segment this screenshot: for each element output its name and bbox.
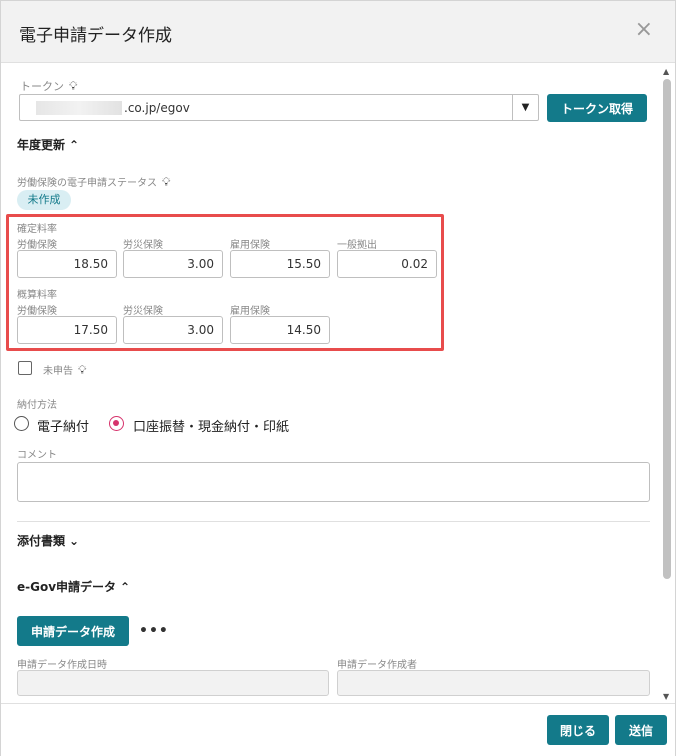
- get-token-button[interactable]: トークン取得: [547, 94, 647, 122]
- confirmed-rates-label: 確定料率: [17, 224, 57, 235]
- unfiled-label: 未申告: [43, 366, 73, 377]
- estimated-rate-label: 雇用保険: [230, 306, 270, 317]
- payment-method-label: 納付方法: [17, 400, 57, 411]
- scrollbar-thumb[interactable]: [663, 79, 671, 579]
- chevron-down-icon: ⌄: [69, 534, 80, 548]
- created-by-label: 申請データ作成者: [337, 660, 417, 671]
- confirmed-rate-label: 雇用保険: [230, 240, 270, 251]
- estimated-employment-insurance-input[interactable]: 14.50: [230, 316, 330, 344]
- divider: [17, 521, 650, 522]
- payment-transfer-cash-stamp-radio[interactable]: [109, 416, 124, 431]
- scroll-down-icon[interactable]: ▼: [663, 692, 669, 701]
- lightbulb-icon[interactable]: 💡︎: [69, 79, 77, 94]
- dialog-body[interactable]: トークン 💡︎ .co.jp/egov ▼ トークン取得 年度更新 ⌃ 労働保険の電…: [1, 64, 661, 702]
- dialog-footer: 閉じる 送信: [1, 703, 675, 756]
- scrollbar[interactable]: ▲ ▼: [662, 67, 672, 701]
- chevron-up-icon: ⌃: [120, 580, 131, 594]
- created-by-field: [337, 670, 650, 696]
- created-at-label: 申請データ作成日時: [17, 660, 107, 671]
- close-button[interactable]: 閉じる: [547, 715, 609, 745]
- redacted-text: [36, 101, 122, 115]
- confirmed-employment-insurance-input[interactable]: 15.50: [230, 250, 330, 278]
- annual-update-title: 年度更新: [17, 138, 66, 152]
- dropdown-arrow-icon[interactable]: ▼: [512, 95, 538, 120]
- unfiled-checkbox[interactable]: [18, 361, 32, 375]
- scroll-up-icon[interactable]: ▲: [663, 67, 669, 76]
- attachments-header[interactable]: 添付書類 ⌄: [17, 532, 79, 549]
- payment-electronic-radio[interactable]: [14, 416, 29, 431]
- token-select[interactable]: .co.jp/egov ▼: [19, 94, 539, 121]
- estimated-workers-comp-input[interactable]: 3.00: [123, 316, 223, 344]
- attachments-title: 添付書類: [17, 534, 66, 548]
- payment-electronic-label[interactable]: 電子納付: [37, 416, 89, 435]
- token-label: トークン: [20, 80, 64, 93]
- estimated-rates-label: 概算料率: [17, 290, 57, 301]
- confirmed-general-contribution-input[interactable]: 0.02: [337, 250, 437, 278]
- status-label: 労働保険の電子申請ステータス: [17, 178, 157, 189]
- chevron-up-icon: ⌃: [69, 138, 80, 152]
- lightbulb-icon[interactable]: 💡︎: [162, 175, 170, 190]
- send-button[interactable]: 送信: [615, 715, 667, 745]
- egov-title: e-Gov申請データ: [17, 580, 117, 594]
- dialog-header: 電子申請データ作成 ×: [1, 1, 675, 63]
- status-label-row: 労働保険の電子申請ステータス 💡︎: [17, 174, 170, 190]
- create-application-data-button[interactable]: 申請データ作成: [17, 616, 129, 646]
- annual-update-header[interactable]: 年度更新 ⌃: [17, 136, 79, 153]
- payment-transfer-cash-stamp-label[interactable]: 口座振替・現金納付・印紙: [133, 416, 289, 435]
- token-label-row: トークン 💡︎: [20, 78, 77, 94]
- lightbulb-icon[interactable]: 💡︎: [78, 363, 86, 378]
- egov-header[interactable]: e-Gov申請データ ⌃: [17, 578, 130, 595]
- confirmed-workers-comp-input[interactable]: 3.00: [123, 250, 223, 278]
- estimated-rate-label: 労災保険: [123, 306, 163, 317]
- confirmed-labor-insurance-input[interactable]: 18.50: [17, 250, 117, 278]
- confirmed-rate-label: 労災保険: [123, 240, 163, 251]
- dialog-title: 電子申請データ作成: [19, 26, 172, 46]
- created-at-field: [17, 670, 329, 696]
- unfiled-label-row: 未申告 💡︎: [43, 362, 86, 378]
- estimated-labor-insurance-input[interactable]: 17.50: [17, 316, 117, 344]
- comment-textarea[interactable]: [17, 462, 650, 502]
- more-options-icon[interactable]: •••: [139, 623, 169, 639]
- close-icon[interactable]: ×: [635, 19, 653, 41]
- comment-label: コメント: [17, 450, 57, 461]
- dialog: 電子申請データ作成 × トークン 💡︎ .co.jp/egov ▼ トークン取得 …: [0, 0, 676, 756]
- confirmed-rate-label: 一般拠出: [337, 240, 377, 251]
- token-select-value: .co.jp/egov: [124, 101, 190, 115]
- status-badge: 未作成: [17, 190, 71, 210]
- confirmed-rate-label: 労働保険: [17, 240, 57, 251]
- estimated-rate-label: 労働保険: [17, 306, 57, 317]
